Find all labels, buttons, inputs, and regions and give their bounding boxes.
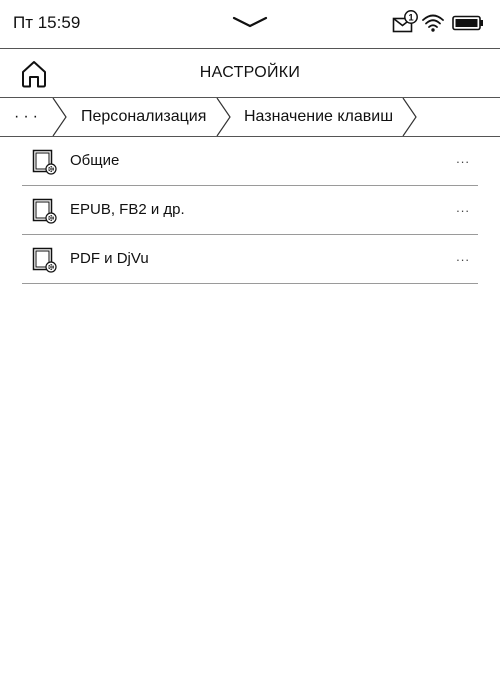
chevron-down-icon[interactable] (230, 14, 270, 30)
notification-count: 1 (408, 13, 414, 24)
battery-icon[interactable] (452, 15, 484, 31)
breadcrumb-separator-icon (402, 98, 417, 136)
wifi-icon[interactable] (421, 13, 445, 33)
breadcrumb-separator-icon (216, 98, 231, 136)
settings-list: Общие ... EPUB, FB2 и др. ... PDF и DjVu… (22, 137, 478, 284)
list-item-label: EPUB, FB2 и др. (70, 201, 185, 218)
status-bar: Пт 15:59 1 (0, 0, 500, 48)
settings-document-icon (32, 247, 57, 273)
list-item-label: Общие (70, 152, 120, 169)
more-options-icon[interactable]: ... (456, 249, 470, 264)
list-item-label: PDF и DjVu (70, 250, 149, 267)
breadcrumb-item-key-mapping[interactable]: Назначение клавиш (244, 98, 393, 136)
list-item-pdf-djvu[interactable]: PDF и DjVu ... (22, 235, 478, 284)
breadcrumb: ··· Персонализация Назначение клавиш (0, 98, 500, 136)
more-options-icon[interactable]: ... (456, 151, 470, 166)
settings-document-icon (32, 149, 57, 175)
more-options-icon[interactable]: ... (456, 200, 470, 215)
list-item-epub-fb2[interactable]: EPUB, FB2 и др. ... (22, 186, 478, 235)
breadcrumb-separator-icon (52, 98, 67, 136)
mail-notification-icon[interactable]: 1 (392, 10, 420, 36)
header: НАСТРОЙКИ (0, 49, 500, 97)
breadcrumb-item-personalization[interactable]: Персонализация (81, 98, 206, 136)
clock: Пт 15:59 (13, 13, 81, 32)
settings-document-icon (32, 198, 57, 224)
page-title: НАСТРОЙКИ (199, 64, 301, 81)
list-item-general[interactable]: Общие ... (22, 137, 478, 186)
breadcrumb-more-button[interactable]: ··· (14, 98, 42, 136)
